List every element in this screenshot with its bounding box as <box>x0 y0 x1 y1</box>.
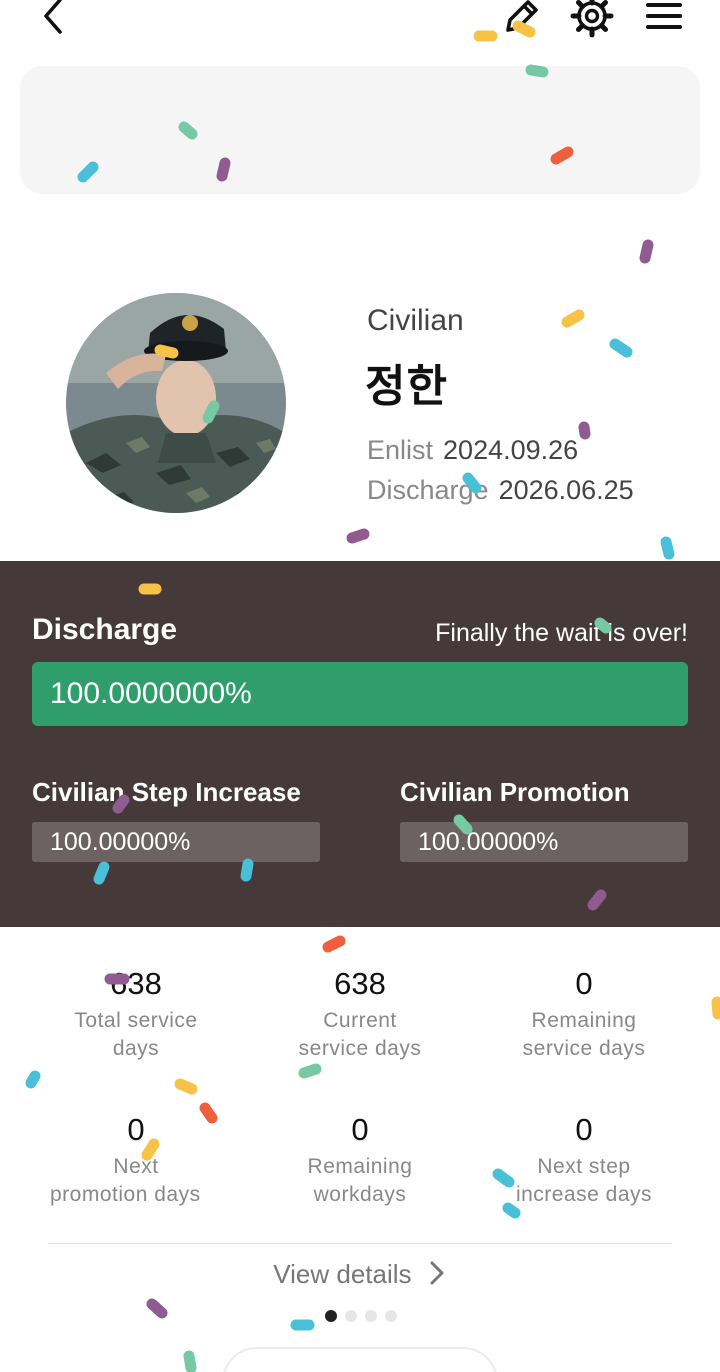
user-name: 정한 <box>365 361 448 412</box>
profile-photo <box>66 293 286 513</box>
chevron-right-icon <box>430 1261 444 1285</box>
stat-value: 638 <box>334 966 386 1001</box>
profile-section: Civilian 정한 Enlist 2024.09.26 Discharge 20… <box>0 260 720 560</box>
top-bar <box>0 0 720 46</box>
discharge-progress-bar: 100.0000000% <box>32 662 688 726</box>
stat-value: 0 <box>127 1112 145 1147</box>
stat-value: 0 <box>575 966 593 1001</box>
stat-label: Remaining service days <box>522 1009 646 1060</box>
gear-icon <box>570 0 614 38</box>
stat-next-step-increase-days: 0 Next step increase days <box>472 1111 696 1209</box>
page-dot[interactable] <box>365 1310 377 1322</box>
settings-button[interactable] <box>568 0 616 38</box>
stat-remaining-service-days: 0 Remaining service days <box>472 965 696 1063</box>
progress-title: Discharge <box>32 613 178 646</box>
stat-label-wrap: Next promotion days <box>24 1153 248 1209</box>
menu-button[interactable] <box>640 0 688 38</box>
stat-label: Remaining workdays <box>307 1155 413 1206</box>
avatar[interactable] <box>66 293 286 513</box>
stat-remaining-workdays: 0 Remaining workdays <box>248 1111 472 1209</box>
view-details-link[interactable]: View details <box>0 1259 720 1290</box>
step-increase-bar: 100.00000% <box>32 822 320 862</box>
progress-section: Discharge Finally the wait is over! 100.… <box>0 561 720 927</box>
status-label: Civilian <box>367 304 464 337</box>
stat-total-service-days: 638 Total service days <box>24 965 248 1063</box>
promotion-title: Civilian Promotion <box>400 777 630 807</box>
enlist-row: Enlist 2024.09.26 <box>367 435 578 466</box>
edit-button[interactable] <box>496 0 544 38</box>
stats-section: 638 Total service days 638 Current servi… <box>0 927 720 1372</box>
hamburger-menu-icon <box>646 3 682 29</box>
chevron-left-icon <box>44 0 62 34</box>
banner-area[interactable] <box>20 66 700 194</box>
stat-label: Current service days <box>298 1009 422 1060</box>
promotion-bar: 100.00000% <box>400 822 688 862</box>
stat-value: 0 <box>575 1112 593 1147</box>
pencil-icon <box>506 0 538 32</box>
discharge-progress-text: 100.0000000% <box>50 677 252 710</box>
view-details-label: View details <box>273 1259 412 1289</box>
stat-label-rest: promotion days <box>50 1183 201 1206</box>
stat-next-promotion-days: 0 Next promotion days <box>24 1111 248 1209</box>
divider <box>48 1243 672 1244</box>
progress-subtitle: Finally the wait is over! <box>435 619 688 647</box>
step-increase-text: 100.00000% <box>50 828 191 856</box>
back-button[interactable] <box>30 0 78 38</box>
page-dot[interactable] <box>385 1310 397 1322</box>
step-increase-title: Civilian Step Increase <box>32 777 301 807</box>
confetti-piece <box>639 239 654 264</box>
stat-label-first-word: Next <box>113 1155 159 1178</box>
enlist-date: 2024.09.26 <box>443 435 579 465</box>
enlist-label: Enlist <box>367 435 434 465</box>
discharge-row: Discharge 2026.06.25 <box>367 475 634 506</box>
stat-current-service-days: 638 Current service days <box>248 965 472 1063</box>
bottom-action-button[interactable] <box>222 1347 498 1372</box>
discharge-date: 2026.06.25 <box>498 475 634 505</box>
page-dot[interactable] <box>345 1310 357 1322</box>
stat-label: Total service days <box>74 1009 198 1060</box>
stat-value: 638 <box>110 966 162 1001</box>
promotion-text: 100.00000% <box>418 828 559 856</box>
stat-label: Next step increase days <box>515 1155 653 1206</box>
page-indicator <box>325 1310 397 1322</box>
page-dot[interactable] <box>325 1310 337 1322</box>
discharge-label: Discharge <box>367 475 489 505</box>
stat-value: 0 <box>351 1112 369 1147</box>
